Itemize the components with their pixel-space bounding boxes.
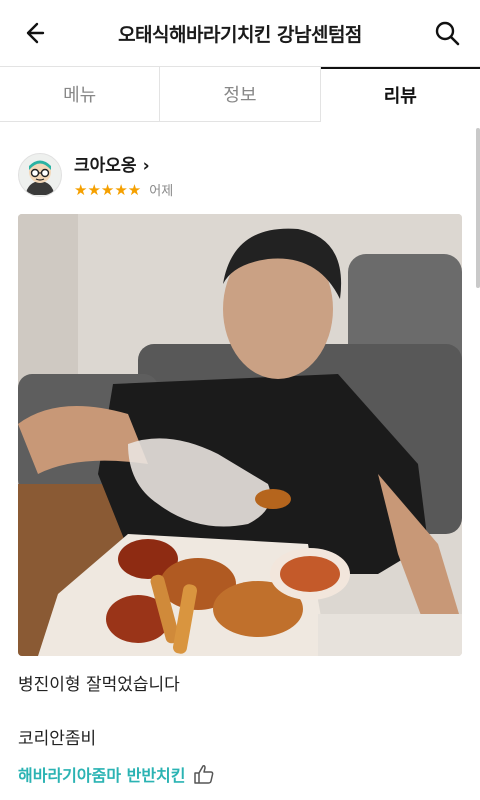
chevron-right-icon: › xyxy=(142,156,150,176)
page-title: 오태식해바라기치킨 강남센텀점 xyxy=(118,23,362,46)
review-photo[interactable] xyxy=(18,214,462,656)
ordered-menu-link[interactable]: 해바라기아줌마 반반치킨 xyxy=(18,762,216,786)
star-rating: ★★★★★ xyxy=(74,180,142,199)
search-icon[interactable] xyxy=(432,18,462,48)
scrollbar[interactable] xyxy=(476,128,480,288)
thumbs-up-icon[interactable] xyxy=(192,762,216,786)
tab-review[interactable]: 리뷰 xyxy=(320,67,480,122)
reviewer-header: 크아오옹 › ★★★★★ 어제 xyxy=(18,151,174,200)
rating-row: ★★★★★ 어제 xyxy=(74,180,174,200)
review-text-secondary: 코리안좀비 xyxy=(18,729,97,749)
review-date: 어제 xyxy=(149,184,174,199)
review-photo-image xyxy=(18,214,462,656)
tab-info[interactable]: 정보 xyxy=(160,67,321,121)
reviewer-name-link[interactable]: 크아오옹 › xyxy=(74,151,173,176)
review-text: 병진이형 잘먹었습니다 xyxy=(18,675,180,695)
ordered-menu-label: 해바라기아줌마 반반치킨 xyxy=(18,766,186,785)
app-header: 오태식해바라기치킨 강남센텀점 xyxy=(0,0,480,66)
avatar[interactable] xyxy=(18,153,62,197)
back-arrow-icon[interactable] xyxy=(18,18,48,48)
avatar-illustration-icon xyxy=(26,160,54,195)
tab-bar: 메뉴 정보 리뷰 xyxy=(0,66,480,122)
tab-menu[interactable]: 메뉴 xyxy=(0,67,161,121)
reviewer-name: 크아오옹 xyxy=(74,156,137,176)
